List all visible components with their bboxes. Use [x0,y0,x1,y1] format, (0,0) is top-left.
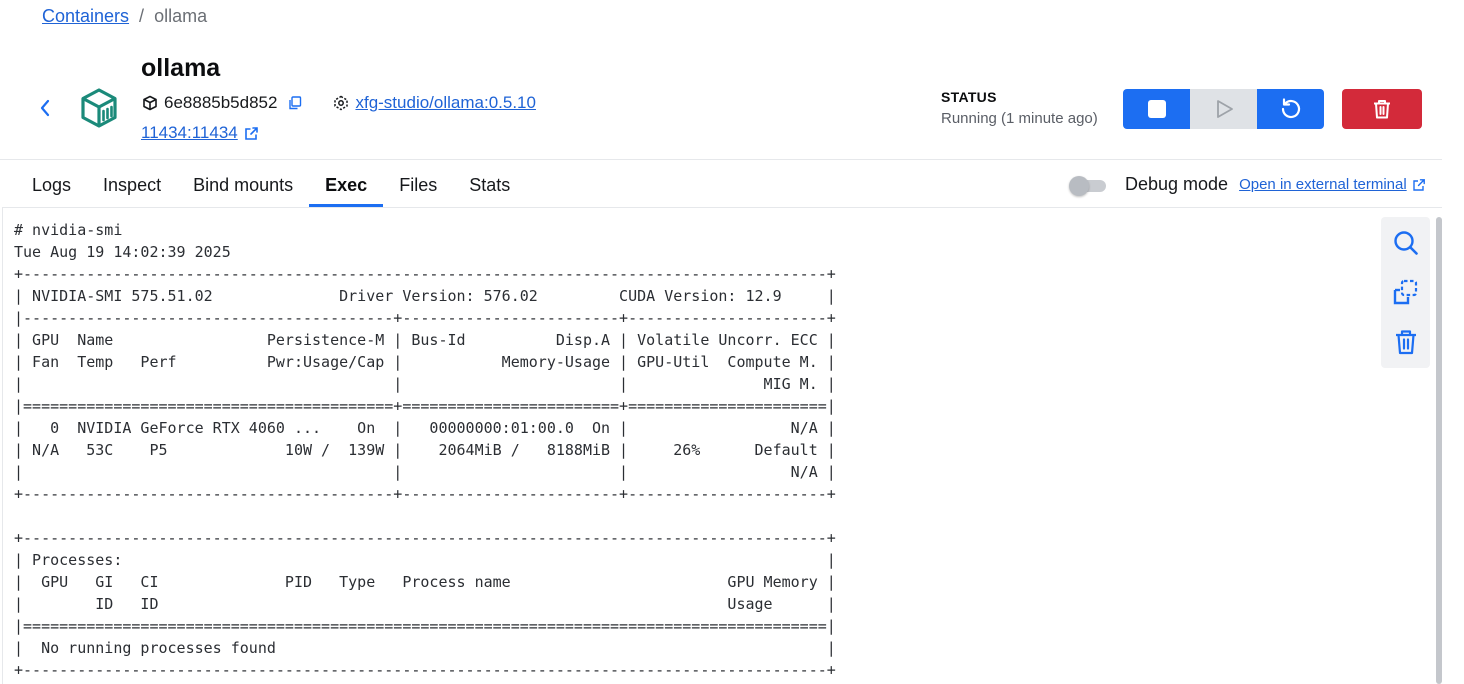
breadcrumb-separator: / [139,6,145,26]
back-button[interactable] [34,96,56,120]
port-mapping: 11434:11434 [141,123,259,143]
status-label: STATUS [941,89,997,105]
status-block: STATUS Running (1 minute ago) [941,89,1098,127]
container-meta: 6e8885b5d852 xfg-studio/ollama:0.5.10 [142,93,536,113]
cube-icon [143,95,157,111]
toggle-knob [1069,175,1089,196]
tab-bind-mounts[interactable]: Bind mounts [177,164,309,207]
tab-files[interactable]: Files [383,164,453,207]
breadcrumb-containers-link[interactable]: Containers [42,6,129,27]
stop-button[interactable] [1123,89,1190,129]
external-link-icon[interactable] [1412,178,1426,192]
image-layers-icon [334,95,349,111]
header-divider [0,159,1442,160]
container-actions [1123,89,1324,129]
search-icon[interactable] [1392,229,1420,257]
external-link-icon[interactable] [244,126,259,141]
open-external-terminal-link[interactable]: Open in external terminal [1239,176,1407,193]
debug-mode-toggle[interactable] [1068,175,1108,196]
status-value: Running (1 minute ago) [941,110,1098,127]
restart-button[interactable] [1257,89,1324,129]
container-id: 6e8885b5d852 [164,93,278,112]
trash-icon [1374,100,1390,119]
terminal-panel[interactable]: # nvidia-smi Tue Aug 19 14:02:39 2025 +-… [2,208,1442,684]
tab-exec[interactable]: Exec [309,164,384,207]
tab-bar: Logs Inspect Bind mounts Exec Files Stat… [16,164,526,208]
breadcrumb: Containers / ollama [42,6,207,27]
stop-icon [1147,100,1166,118]
breadcrumb-current: ollama [154,6,208,26]
copy-icon[interactable] [1392,278,1420,306]
restart-icon [1281,98,1300,119]
terminal-output: # nvidia-smi Tue Aug 19 14:02:39 2025 +-… [14,221,836,679]
port-link[interactable]: 11434:11434 [141,123,238,143]
debug-mode-row: Debug mode Open in external terminal [1068,174,1426,196]
terminal-toolbar [1381,217,1430,368]
image-link[interactable]: xfg-studio/ollama:0.5.10 [355,93,536,113]
chevron-left-icon [40,99,50,117]
terminal-scrollbar[interactable] [1436,217,1442,684]
tab-logs[interactable]: Logs [16,164,87,207]
start-button[interactable] [1190,89,1257,129]
container-box-icon [81,88,117,128]
trash-icon[interactable] [1392,328,1420,356]
tab-inspect[interactable]: Inspect [87,164,177,207]
play-icon [1216,100,1233,118]
copy-icon[interactable] [287,95,303,111]
debug-mode-label: Debug mode [1125,174,1229,194]
tab-stats[interactable]: Stats [453,164,526,207]
container-name: ollama [141,54,221,82]
delete-button[interactable] [1342,89,1422,129]
